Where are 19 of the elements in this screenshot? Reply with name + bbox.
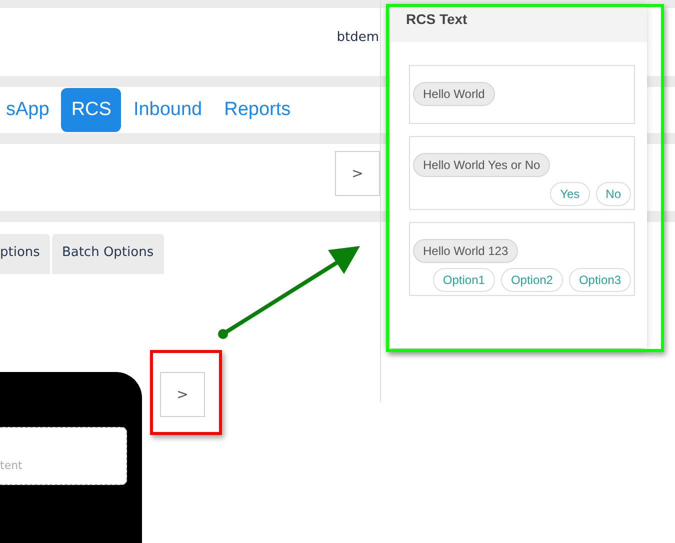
nav-tab[interactable]: RCS <box>61 88 122 132</box>
message-field[interactable]: tent <box>0 427 127 485</box>
panel-title: RCS Text <box>390 5 647 42</box>
nav-tab[interactable]: sApp <box>0 88 60 132</box>
reply-chip[interactable]: Option1 <box>432 268 495 292</box>
reply-chip[interactable]: Yes <box>550 182 590 206</box>
message-bubble: Hello World <box>413 82 495 106</box>
next-button[interactable]: > <box>335 151 380 196</box>
message-bubble: Hello World Yes or No <box>413 153 550 177</box>
reply-chip[interactable]: No <box>596 182 631 206</box>
next-button[interactable]: > <box>160 372 205 417</box>
message-bubble: Hello World 123 <box>413 239 518 263</box>
reply-chip[interactable]: Option3 <box>568 268 631 292</box>
reply-chip[interactable]: Option2 <box>500 268 563 292</box>
options-tab[interactable]: Batch Options <box>52 234 164 274</box>
options-tab[interactable]: ptions <box>0 234 50 274</box>
nav-tab[interactable]: Inbound <box>123 88 212 132</box>
user-name: btdem <box>336 30 379 47</box>
nav-tab[interactable]: Reports <box>214 88 301 132</box>
